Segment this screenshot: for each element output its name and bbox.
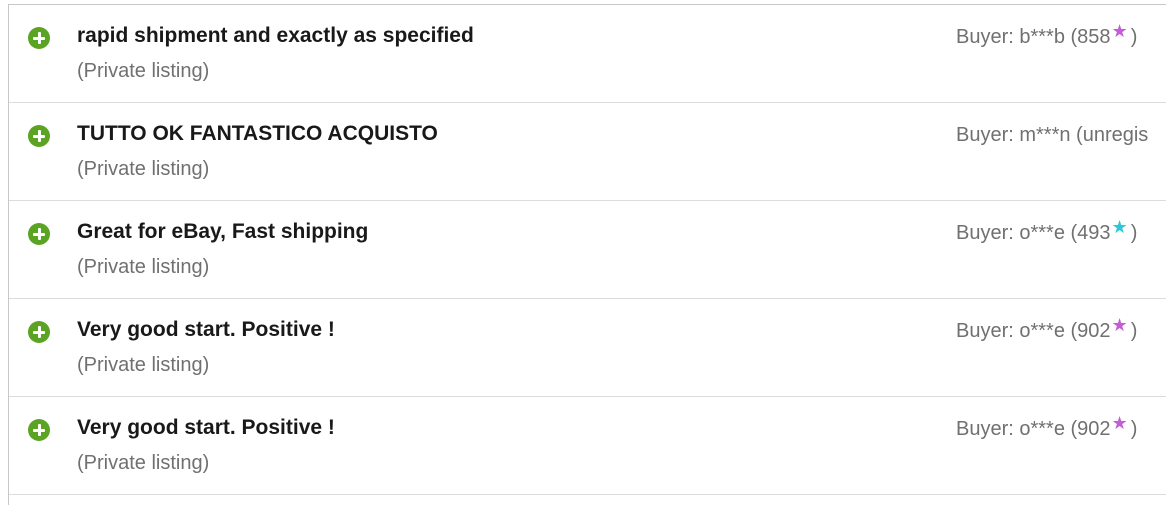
private-listing-label: (Private listing)	[77, 158, 210, 180]
feedback-comment: Very good start. Positive !	[77, 416, 335, 439]
buyer-info: Buyer: o***e (902★)	[956, 315, 1138, 343]
feedback-list: rapid shipment and exactly as specified …	[8, 4, 1166, 505]
positive-feedback-icon	[28, 419, 50, 441]
buyer-info: Buyer: o***e (493★)	[956, 217, 1138, 245]
buyer-name: Buyer: o***e (493	[956, 222, 1111, 244]
positive-feedback-icon	[28, 125, 50, 147]
buyer-name: Buyer: o***e (902	[956, 418, 1111, 440]
buyer-info: Buyer: m***n (unregis	[956, 124, 1148, 147]
feedback-comment: Great for eBay, Fast shipping	[77, 220, 369, 243]
feedback-row: Very good start. Positive ! (Private lis…	[9, 299, 1166, 397]
feedback-row: Very good start. Positive ! (Private lis…	[9, 397, 1166, 495]
feedback-row: Great for eBay, Fast shipping (Private l…	[9, 201, 1166, 299]
star-icon: ★	[1111, 413, 1128, 433]
private-listing-label: (Private listing)	[77, 354, 210, 376]
private-listing-label: (Private listing)	[77, 60, 210, 82]
feedback-comment: Very good start. Positive !	[77, 318, 335, 341]
feedback-comment: rapid shipment and exactly as specified	[77, 24, 474, 47]
star-icon: ★	[1111, 21, 1128, 41]
buyer-info: Buyer: o***e (902★)	[956, 413, 1138, 441]
positive-feedback-icon	[28, 321, 50, 343]
star-icon: ★	[1111, 315, 1128, 335]
buyer-suffix: )	[1130, 26, 1138, 48]
buyer-suffix: )	[1130, 320, 1138, 342]
private-listing-label: (Private listing)	[77, 256, 210, 278]
feedback-row: rapid shipment and exactly as specified …	[9, 5, 1166, 103]
buyer-name: Buyer: b***b (858	[956, 26, 1111, 48]
buyer-name: Buyer: m***n (unregis	[956, 124, 1149, 146]
star-icon: ★	[1111, 217, 1128, 237]
buyer-info: Buyer: b***b (858★)	[956, 21, 1138, 49]
positive-feedback-icon	[28, 27, 50, 49]
positive-feedback-icon	[28, 223, 50, 245]
buyer-name: Buyer: o***e (902	[956, 320, 1111, 342]
buyer-suffix: )	[1130, 222, 1138, 244]
private-listing-label: (Private listing)	[77, 452, 210, 474]
feedback-row: TUTTO OK FANTASTICO ACQUISTO (Private li…	[9, 103, 1166, 201]
feedback-comment: TUTTO OK FANTASTICO ACQUISTO	[77, 122, 438, 145]
buyer-suffix: )	[1130, 418, 1138, 440]
